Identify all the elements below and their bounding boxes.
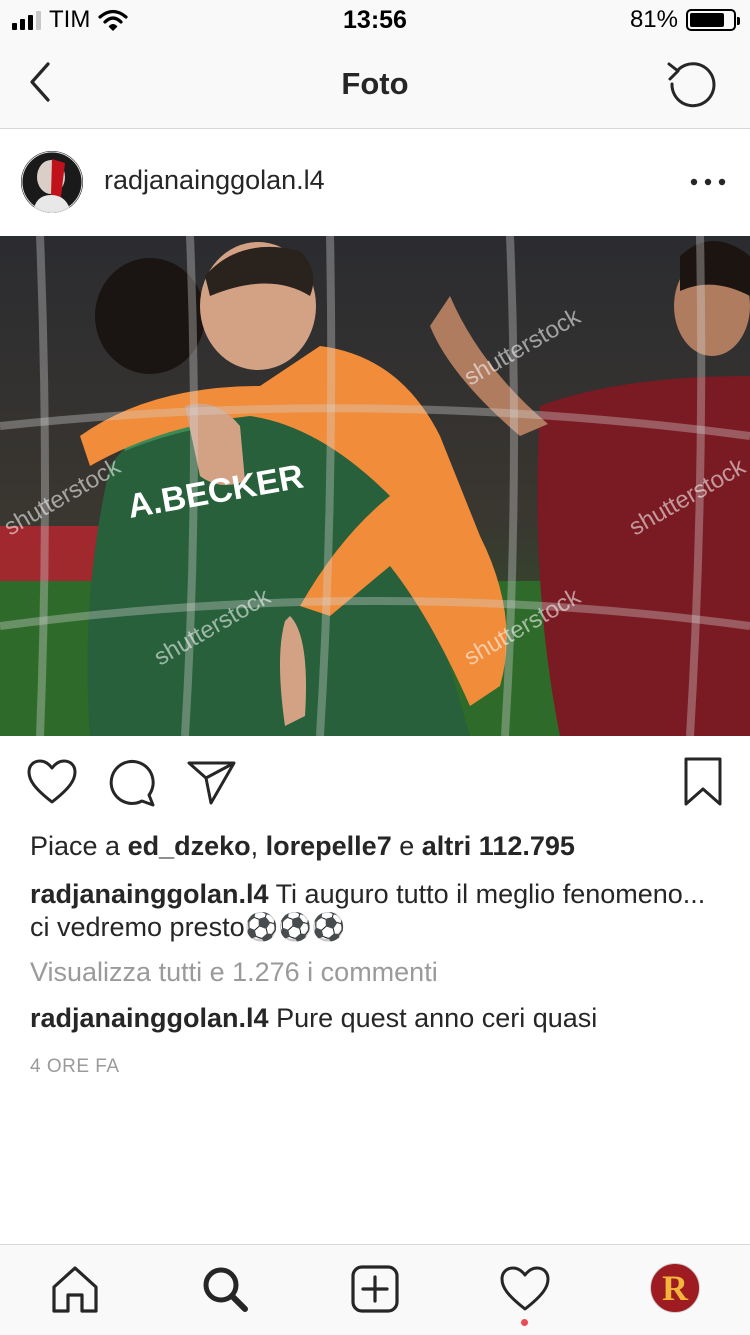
- nav-bar: Foto: [0, 40, 750, 129]
- caption-username[interactable]: radjanainggolan.l4: [30, 879, 269, 909]
- comment-icon[interactable]: [106, 758, 158, 808]
- status-bar: TIM 13:56 81%: [0, 0, 750, 40]
- page-title: Foto: [0, 66, 750, 102]
- share-icon[interactable]: [186, 758, 238, 806]
- post-photo[interactable]: A.BECKER shutterstock shutterstock shutt…: [0, 236, 750, 736]
- battery-fill: [690, 13, 724, 27]
- ellipsis-icon[interactable]: [688, 170, 728, 194]
- avatar[interactable]: [21, 151, 83, 213]
- profile-avatar-letter: R: [651, 1264, 699, 1312]
- home-icon[interactable]: [49, 1263, 101, 1315]
- view-all-comments-link[interactable]: Visualizza tutti e 1.276 i commenti: [30, 956, 438, 989]
- caption: radjanainggolan.l4 Ti auguro tutto il me…: [30, 878, 720, 944]
- likes-separator: ,: [251, 831, 259, 861]
- likes-others[interactable]: altri 112.795: [422, 831, 575, 861]
- tab-bar: R: [0, 1244, 750, 1335]
- likes-conjunction: e: [399, 831, 414, 861]
- likes-user-1[interactable]: ed_dzeko: [128, 831, 251, 861]
- comment-username[interactable]: radjanainggolan.l4: [30, 1003, 269, 1033]
- profile-avatar[interactable]: R: [650, 1263, 700, 1313]
- post-username[interactable]: radjanainggolan.l4: [104, 165, 325, 196]
- likes-user-2[interactable]: lorepelle7: [266, 831, 392, 861]
- activity-icon[interactable]: [499, 1263, 551, 1315]
- post-header: radjanainggolan.l4: [0, 130, 750, 236]
- comment: radjanainggolan.l4 Pure quest anno ceri …: [30, 1002, 597, 1035]
- post-timestamp: 4 ORE FA: [30, 1050, 120, 1083]
- likes-prefix: Piace a: [30, 831, 120, 861]
- likes-line: Piace a ed_dzeko, lorepelle7 e altri 112…: [30, 830, 575, 863]
- battery-icon: [686, 9, 736, 31]
- refresh-icon[interactable]: [666, 58, 720, 110]
- notification-dot: [521, 1319, 528, 1326]
- post-actions: [0, 736, 750, 832]
- status-right: 81%: [630, 6, 736, 34]
- search-icon[interactable]: [199, 1263, 251, 1315]
- like-icon[interactable]: [26, 758, 78, 806]
- add-post-icon[interactable]: [349, 1263, 401, 1315]
- bookmark-icon[interactable]: [682, 756, 724, 808]
- battery-percent: 81%: [630, 6, 678, 34]
- comment-text: Pure quest anno ceri quasi: [276, 1003, 597, 1033]
